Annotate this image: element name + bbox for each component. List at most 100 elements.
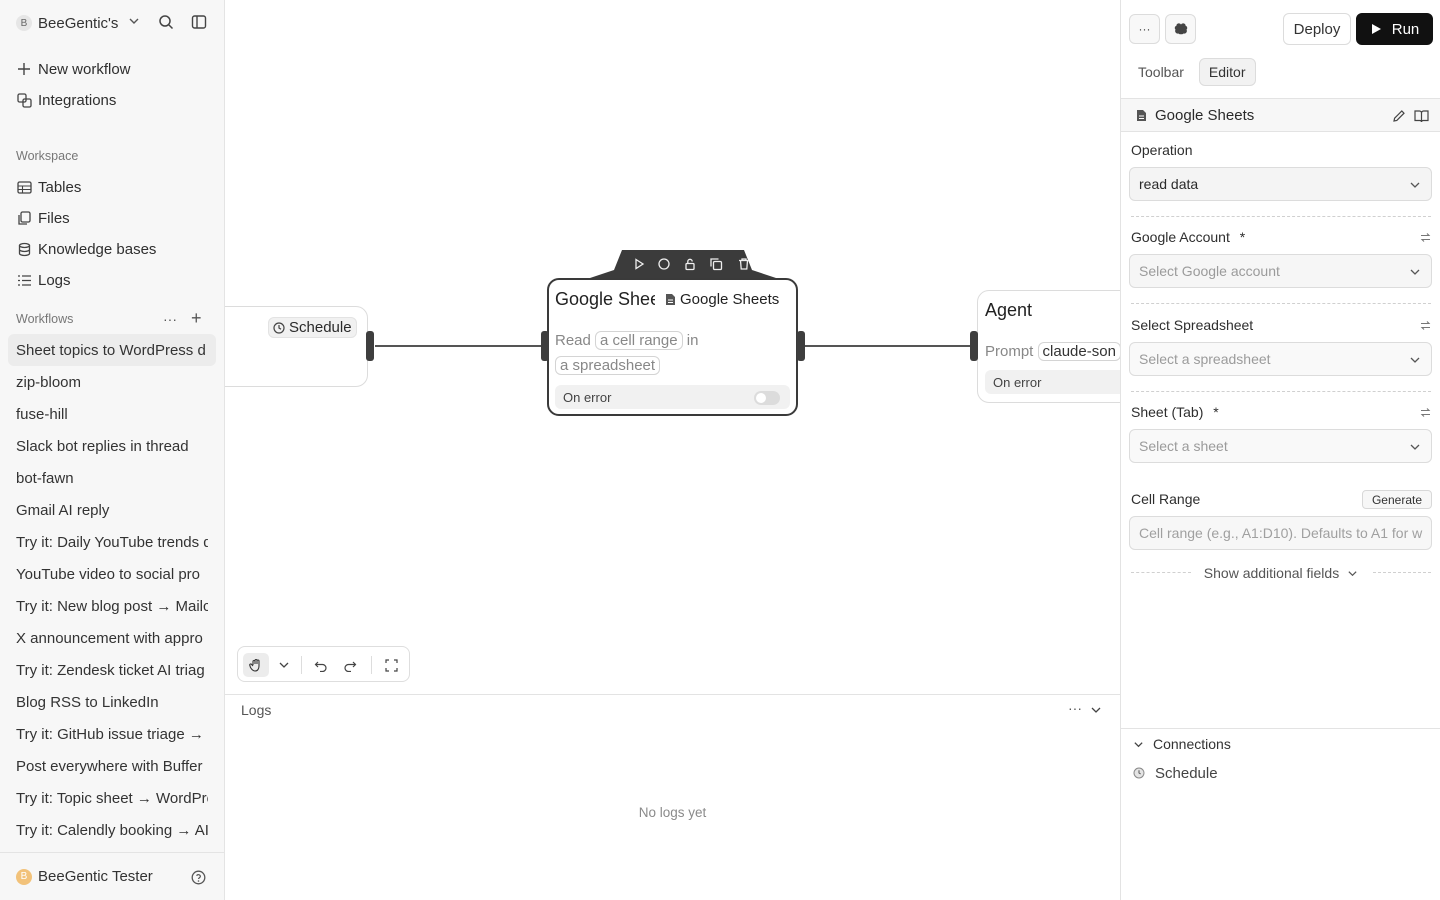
- play-icon[interactable]: [632, 257, 646, 271]
- spreadsheet-select[interactable]: Select a spreadsheet: [1129, 342, 1432, 376]
- workspace-switcher[interactable]: B BeeGentic's: [16, 12, 212, 34]
- spreadsheet-chip: a spreadsheet: [555, 356, 661, 375]
- hand-icon: [249, 658, 260, 672]
- new-workflow-button[interactable]: New workflow: [16, 57, 131, 81]
- generate-button[interactable]: Generate: [1362, 490, 1432, 509]
- workflow-item[interactable]: Blog RSS to LinkedIn: [0, 686, 208, 718]
- fit-view-button[interactable]: [378, 653, 404, 677]
- connections-title: Connections: [1153, 736, 1231, 752]
- integrations-link[interactable]: Integrations: [16, 88, 116, 112]
- workflow-item[interactable]: Try it: Calendly booking → AI: [0, 814, 208, 846]
- sheets-file-icon: [666, 294, 675, 305]
- avatar: B: [16, 868, 32, 885]
- workflow-item[interactable]: Try it: Daily YouTube trends d: [0, 526, 208, 558]
- agent-prompt-row: Prompt claude-son: [985, 342, 1120, 361]
- on-error-row[interactable]: On error: [555, 385, 790, 409]
- help-icon[interactable]: [191, 870, 206, 885]
- logs-title: Logs: [241, 702, 272, 718]
- on-error-label: On error: [563, 389, 612, 405]
- docs-book-icon[interactable]: [1414, 109, 1429, 123]
- switch-mode-icon[interactable]: [1420, 320, 1431, 331]
- sheet-tab-select[interactable]: Select a sheet: [1129, 429, 1432, 463]
- show-additional-fields-button[interactable]: Show additional fields: [1121, 563, 1440, 583]
- workflows-more-button[interactable]: ···: [163, 311, 177, 327]
- logs-more-button[interactable]: ···: [1068, 700, 1082, 716]
- table-icon: [16, 179, 32, 195]
- sheet-tab-label-text: Sheet (Tab): [1131, 404, 1204, 420]
- workflow-item[interactable]: bot-fawn: [0, 462, 208, 494]
- workflow-item[interactable]: Try it: GitHub issue triage → c: [0, 718, 208, 750]
- schedule-output-handle[interactable]: [366, 331, 374, 361]
- sheets-output-handle[interactable]: [797, 331, 805, 361]
- workflow-item[interactable]: Try it: New blog post → Mailc: [0, 590, 208, 622]
- circle-toggle-icon[interactable]: [657, 257, 671, 271]
- agent-on-error-row[interactable]: On error: [985, 370, 1120, 394]
- search-icon[interactable]: [158, 14, 174, 30]
- workflow-item[interactable]: Slack bot replies in thread: [0, 430, 208, 462]
- add-workflow-button[interactable]: +: [191, 308, 202, 329]
- connection-item-schedule[interactable]: Schedule: [1155, 765, 1218, 782]
- duplicate-icon[interactable]: [709, 257, 723, 271]
- tool-dropdown-button[interactable]: [271, 653, 297, 677]
- sidebar-toggle-icon[interactable]: [191, 14, 207, 30]
- google-account-label: Google Account *: [1131, 229, 1245, 245]
- workflow-item[interactable]: Try it: Topic sheet → WordPre: [0, 782, 208, 814]
- cell-range-input[interactable]: Cell range (e.g., A1:D10). Defaults to A…: [1129, 516, 1432, 550]
- on-error-toggle[interactable]: [754, 391, 780, 405]
- run-button[interactable]: Run: [1356, 13, 1433, 45]
- deploy-button[interactable]: Deploy: [1283, 13, 1351, 45]
- chevron-down-icon[interactable]: [1133, 739, 1144, 750]
- chevron-down-icon[interactable]: [128, 15, 140, 27]
- workflow-item[interactable]: Try it: Zendesk ticket AI triag: [0, 654, 208, 686]
- sidebar-item-files[interactable]: Files: [16, 206, 70, 230]
- sidebar-item-logs[interactable]: Logs: [16, 268, 71, 292]
- edge-sheets-to-agent[interactable]: [803, 345, 975, 347]
- workflow-canvas[interactable]: Schedule time Google Shee Google Sheets …: [225, 0, 1120, 694]
- agent-input-handle[interactable]: [970, 331, 978, 361]
- more-options-button[interactable]: ···: [1129, 14, 1160, 44]
- tab-toolbar[interactable]: Toolbar: [1129, 58, 1193, 86]
- workspace-section-title: Workspace: [16, 149, 79, 163]
- chevron-down-icon: [1410, 357, 1420, 363]
- workflow-item[interactable]: fuse-hill: [0, 398, 208, 430]
- editor-panel: ··· Deploy Run Toolbar Editor Google She…: [1120, 0, 1440, 900]
- workflow-item[interactable]: X announcement with appro: [0, 622, 208, 654]
- agent-node[interactable]: Agent Prompt claude-son On error: [977, 290, 1120, 403]
- on-error-label: On error: [993, 374, 1042, 390]
- copilot-button[interactable]: [1165, 14, 1196, 44]
- sheets-input-handle[interactable]: [541, 331, 549, 361]
- workflow-item[interactable]: Gmail AI reply: [0, 494, 208, 526]
- workflow-item[interactable]: Sheet topics to WordPress d: [8, 334, 216, 366]
- google-account-select[interactable]: Select Google account: [1129, 254, 1432, 288]
- google-account-label-text: Google Account: [1131, 229, 1230, 245]
- workflow-item[interactable]: zip-bloom: [0, 366, 208, 398]
- user-name: BeeGentic Tester: [38, 868, 153, 885]
- database-icon: [16, 241, 32, 257]
- schedule-node[interactable]: Schedule time: [225, 306, 368, 387]
- pan-tool-button[interactable]: [243, 653, 269, 677]
- schedule-tag-label: Schedule: [289, 319, 352, 336]
- summary-prefix: Read: [555, 332, 591, 349]
- show-more-label: Show additional fields: [1203, 565, 1340, 581]
- user-footer[interactable]: B BeeGentic Tester: [0, 852, 224, 900]
- lock-icon[interactable]: [683, 257, 697, 271]
- tab-editor[interactable]: Editor: [1198, 58, 1256, 86]
- clock-icon: [273, 321, 285, 334]
- google-sheets-node[interactable]: Google Shee Google Sheets Read a cell ra…: [547, 278, 798, 416]
- workflow-item[interactable]: YouTube video to social pro: [0, 558, 208, 590]
- workspace-badge: B: [16, 15, 32, 31]
- edit-icon[interactable]: [1392, 109, 1406, 123]
- required-marker: *: [1213, 404, 1219, 420]
- sidebar-item-knowledge-bases[interactable]: Knowledge bases: [16, 237, 156, 261]
- trash-icon[interactable]: [737, 257, 751, 271]
- node-title: Google Shee: [555, 289, 655, 309]
- sidebar-item-tables[interactable]: Tables: [16, 175, 81, 199]
- operation-select[interactable]: read data: [1129, 167, 1432, 201]
- switch-mode-icon[interactable]: [1420, 407, 1431, 418]
- edge-schedule-to-sheets[interactable]: [375, 345, 545, 347]
- chevron-down-icon[interactable]: [1090, 704, 1102, 716]
- workflow-item[interactable]: Post everywhere with Buffer: [0, 750, 208, 782]
- undo-button[interactable]: [308, 653, 334, 677]
- redo-button[interactable]: [337, 653, 363, 677]
- switch-mode-icon[interactable]: [1420, 232, 1431, 243]
